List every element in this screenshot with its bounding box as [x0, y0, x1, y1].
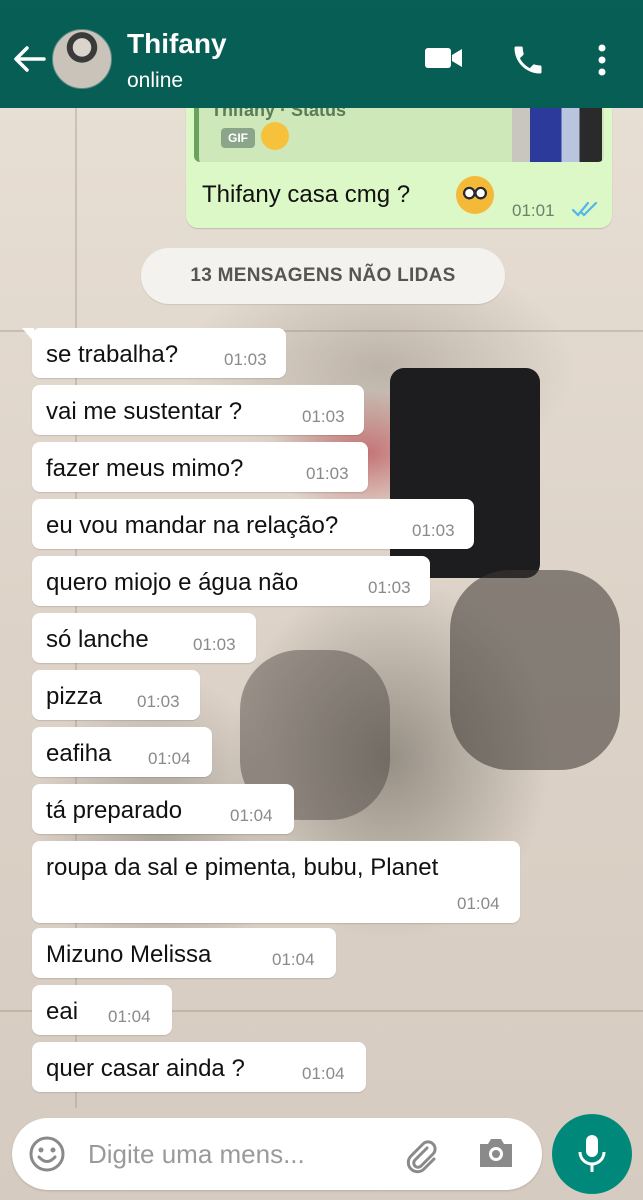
- more-vert-icon[interactable]: [596, 42, 608, 78]
- contact-status: online: [127, 69, 184, 92]
- message-time: 01:03: [302, 407, 345, 426]
- received-message-bubble[interactable]: só lanche 01:03: [32, 613, 256, 663]
- message-text: eai: [46, 998, 79, 1025]
- message-composer[interactable]: Digite uma mens...: [12, 1118, 542, 1190]
- message-text: pizza: [46, 683, 103, 710]
- received-message-bubble[interactable]: quero miojo e água não 01:03: [32, 556, 430, 606]
- mic-button[interactable]: [552, 1114, 632, 1194]
- message-text: só lanche: [46, 626, 149, 653]
- received-message-bubble[interactable]: tá preparado 01:04: [32, 784, 294, 834]
- message-text: eu vou mandar na relação?: [46, 512, 339, 539]
- message-text: Thifany casa cmg ?: [202, 181, 411, 208]
- emoji-icon[interactable]: [28, 1135, 66, 1173]
- message-text: quero miojo e água não: [46, 569, 299, 596]
- message-time: 01:03: [412, 521, 455, 540]
- back-arrow-icon[interactable]: [12, 44, 46, 74]
- camera-icon[interactable]: [476, 1135, 516, 1171]
- message-time: 01:03: [137, 692, 180, 711]
- message-time: 01:04: [108, 1007, 151, 1026]
- mic-icon: [578, 1135, 606, 1172]
- attach-clip-icon[interactable]: [400, 1134, 440, 1174]
- received-message-bubble[interactable]: eu vou mandar na relação? 01:03: [32, 499, 474, 549]
- received-message-bubble[interactable]: eai 01:04: [32, 985, 172, 1035]
- received-message-bubble[interactable]: roupa da sal e pimenta, bubu, Planet 01:…: [32, 841, 520, 923]
- message-input[interactable]: Digite uma mens...: [88, 1139, 305, 1170]
- message-text: Mizuno Melissa: [46, 941, 212, 968]
- chat-header: Thifany online: [0, 8, 643, 108]
- pleading-face-emoji-icon: [456, 176, 494, 214]
- message-time: 01:04: [230, 806, 273, 825]
- message-text: vai me sustentar ?: [46, 398, 243, 425]
- sent-message-bubble[interactable]: Thifany · Status GIF Thifany casa cmg ? …: [186, 108, 612, 228]
- message-time: 01:03: [368, 578, 411, 597]
- video-call-icon[interactable]: [424, 42, 464, 74]
- message-text: se trabalha?: [46, 341, 179, 368]
- message-time: 01:04: [457, 894, 500, 913]
- message-time: 01:03: [224, 350, 267, 369]
- wallpaper-glove: [450, 570, 620, 770]
- message-time: 01:03: [193, 635, 236, 654]
- phone-icon[interactable]: [510, 42, 546, 78]
- quoted-status-reply[interactable]: Thifany · Status GIF: [194, 108, 604, 162]
- tongue-emoji-icon: [261, 122, 289, 150]
- message-time: 01:04: [148, 749, 191, 768]
- received-message-bubble[interactable]: eafiha 01:04: [32, 727, 212, 777]
- double-check-read-icon: [571, 201, 598, 217]
- gif-badge: GIF: [221, 128, 255, 148]
- message-time: 01:04: [302, 1064, 345, 1083]
- quoted-status-title: Thifany · Status: [211, 108, 347, 120]
- avatar[interactable]: [52, 29, 112, 89]
- status-strip: [0, 0, 643, 8]
- contact-name[interactable]: Thifany: [127, 28, 227, 60]
- message-text: quer casar ainda ?: [46, 1055, 245, 1082]
- received-message-bubble[interactable]: vai me sustentar ? 01:03: [32, 385, 364, 435]
- message-time: 01:01: [512, 201, 555, 220]
- unread-messages-banner: 13 MENSAGENS NÃO LIDAS: [141, 248, 505, 304]
- status-thumbnail: [512, 108, 602, 162]
- message-text: fazer meus mimo?: [46, 455, 244, 482]
- received-message-bubble[interactable]: se trabalha? 01:03: [22, 328, 286, 378]
- message-text: tá preparado: [46, 797, 183, 824]
- message-time: 01:03: [306, 464, 349, 483]
- message-time: 01:04: [272, 950, 315, 969]
- message-text: roupa da sal e pimenta, bubu, Planet: [46, 854, 439, 881]
- message-text: eafiha: [46, 740, 112, 767]
- received-message-bubble[interactable]: pizza 01:03: [32, 670, 200, 720]
- received-message-bubble[interactable]: fazer meus mimo? 01:03: [32, 442, 368, 492]
- received-message-bubble[interactable]: quer casar ainda ? 01:04: [32, 1042, 366, 1092]
- received-message-bubble[interactable]: Mizuno Melissa 01:04: [32, 928, 336, 978]
